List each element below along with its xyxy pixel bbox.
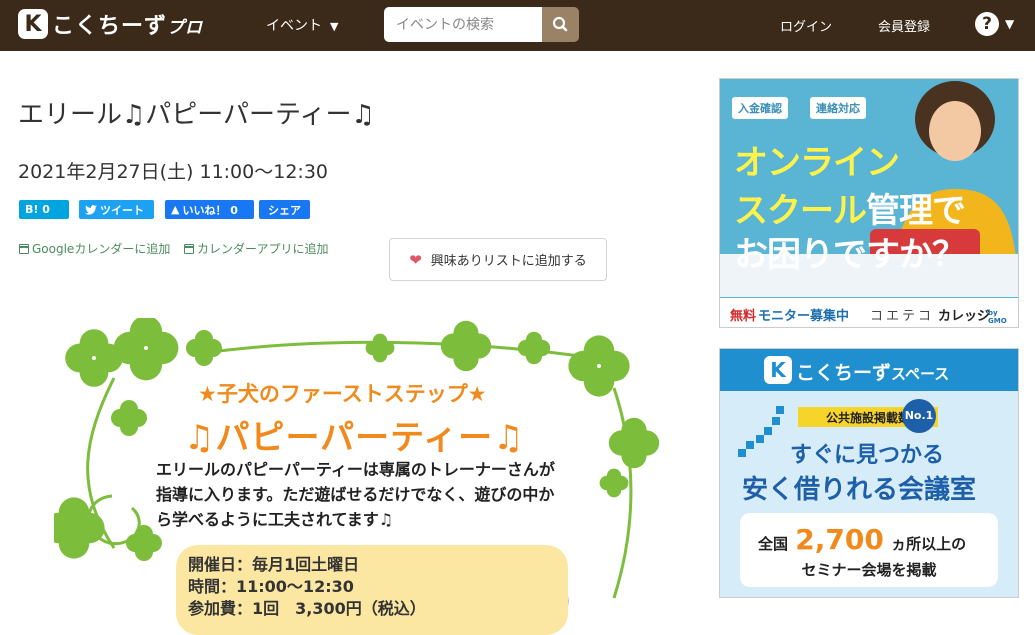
ad2-logo-suffix: スペース: [891, 365, 950, 383]
kokuchi-space-ad-banner[interactable]: K こくちーずスペース 公共施設掲載数 No.1 すぐに見つかる 安く借りれる会…: [719, 348, 1019, 598]
online-school-ad-banner[interactable]: 入金確認 連絡対応 オンライン スクール管理で お困りですか？ 無料 モニター募…: [719, 78, 1019, 328]
ad2-no1-badge: No.1: [902, 399, 936, 433]
like-label: いいね！ 0: [182, 203, 238, 217]
flyer-info-line: 参加費：1回 3,300円（税込）: [188, 599, 426, 618]
ad2-logo: こくちーずスペース: [796, 358, 949, 385]
calendar-app-label: カレンダーアプリに追加: [197, 242, 329, 256]
ad2-logo-name: こくちーず: [796, 362, 892, 384]
search-button[interactable]: [542, 7, 579, 42]
caret-down-icon: ▼: [330, 20, 339, 33]
search-icon: [552, 16, 568, 32]
thumbs-up-icon: ▲: [171, 203, 180, 216]
ad-footer-brand: コエテコ: [870, 309, 935, 324]
ad-headline-line2: スクール管理で: [734, 183, 966, 232]
help-caret-icon[interactable]: ▼: [1005, 17, 1014, 31]
ad-footer-brand2: カレッジ: [938, 309, 991, 324]
nav-event-label: イベント: [266, 18, 322, 34]
flyer-info: 開催日：毎月1回土曜日 時間：11:00～12:30 参加費：1回 3,300円…: [188, 554, 426, 620]
ad-footer-monitor: モニター募集中: [758, 309, 850, 324]
logo-text: こくちーずプロ: [52, 8, 203, 40]
hatena-label: B! 0: [25, 203, 50, 216]
ad2-info-box: 全国 2,700 ヵ所以上の セミナー会場を掲載: [740, 513, 998, 587]
ad-headline-line3: お困りですか？: [734, 235, 966, 275]
ad2-logo-mark: K: [764, 356, 792, 384]
twitter-bird-icon: [85, 204, 97, 215]
ad-headline-school: スクール: [734, 191, 867, 231]
ad2-line1: すぐに見つかる: [790, 443, 945, 468]
top-header: K こくちーずプロ イベント ▼ ログイン 会員登録 ? ▼: [0, 0, 1035, 51]
ad-tag-contact: 連絡対応: [810, 97, 866, 119]
search-form: [384, 7, 579, 42]
flyer-subtitle: ★子犬のファーストステップ★: [198, 382, 487, 406]
register-link[interactable]: 会員登録: [878, 16, 930, 35]
calendar-icon: [184, 243, 194, 254]
share-label: シェア: [268, 203, 301, 217]
ad-footer: 無料 モニター募集中 コエテコ カレッジ by GMO: [720, 298, 1018, 327]
facebook-share-button[interactable]: シェア: [259, 200, 310, 219]
logo-mark: K: [18, 9, 48, 39]
ad-footer-gmo: by GMO: [988, 309, 1007, 325]
ad2-box-line1: 全国 2,700 ヵ所以上の: [758, 523, 966, 556]
logo-suffix: プロ: [167, 18, 204, 38]
ad2-box-pre: 全国: [758, 535, 789, 553]
flyer-info-line: 開催日：毎月1回土曜日: [188, 555, 360, 574]
flyer-description-line: 指導に入ります。ただ遊ばせるだけでなく、遊びの中か: [156, 485, 555, 504]
google-calendar-label: Googleカレンダーに追加: [32, 242, 171, 256]
ad2-box-post: ヵ所以上の: [891, 535, 967, 553]
facebook-like-button[interactable]: ▲ いいね！ 0: [165, 200, 254, 219]
ad-footer-free: 無料: [730, 309, 757, 324]
login-link[interactable]: ログイン: [780, 16, 832, 35]
ad2-header: K こくちーずスペース: [720, 349, 1018, 391]
ad2-line2: 安く借りれる会議室: [742, 475, 977, 505]
ad2-box-line2: セミナー会場を掲載: [801, 561, 937, 579]
ad-headline-de: で: [932, 191, 966, 231]
event-title: エリール♫パピーパーティー♫: [18, 100, 375, 130]
event-datetime: 2021年2月27日(土) 11:00～12:30: [18, 161, 328, 183]
ad-headline-line1: オンライン: [734, 143, 900, 183]
ad-tag-payment: 入金確認: [732, 97, 788, 119]
flyer-description-line: エリールのパピーパーティーは専属のトレーナーさんが: [156, 460, 555, 479]
ad2-box-num: 2,700: [795, 523, 884, 556]
tweet-label: ツイート: [100, 203, 144, 217]
flyer-description-line: ら学べるように工夫されてます♫: [156, 510, 394, 529]
help-icon[interactable]: ?: [975, 12, 999, 36]
flyer-info-line: 時間：11:00～12:30: [188, 577, 354, 596]
hatena-bookmark-button[interactable]: B! 0: [19, 200, 69, 219]
ad-headline-manage: 管理: [866, 191, 933, 231]
flyer-description: エリールのパピーパーティーは専属のトレーナーさんが 指導に入ります。ただ遊ばせる…: [156, 457, 616, 532]
interest-label: 興味ありリストに追加する: [430, 254, 587, 269]
japan-map-icon: [738, 406, 784, 457]
search-input[interactable]: [384, 7, 542, 42]
heart-icon: ❤: [409, 250, 422, 269]
flyer-title: ♫パピーパーティー♫: [184, 418, 525, 458]
nav-event-menu[interactable]: イベント ▼: [266, 15, 338, 35]
site-logo[interactable]: K こくちーずプロ: [18, 8, 203, 40]
tweet-button[interactable]: ツイート: [79, 200, 154, 219]
calendar-icon: [19, 243, 29, 254]
logo-name: こくちーず: [52, 14, 168, 39]
add-interest-button[interactable]: ❤ 興味ありリストに追加する: [389, 238, 607, 281]
google-calendar-link[interactable]: Googleカレンダーに追加: [19, 240, 170, 257]
calendar-app-link[interactable]: カレンダーアプリに追加: [184, 240, 329, 257]
